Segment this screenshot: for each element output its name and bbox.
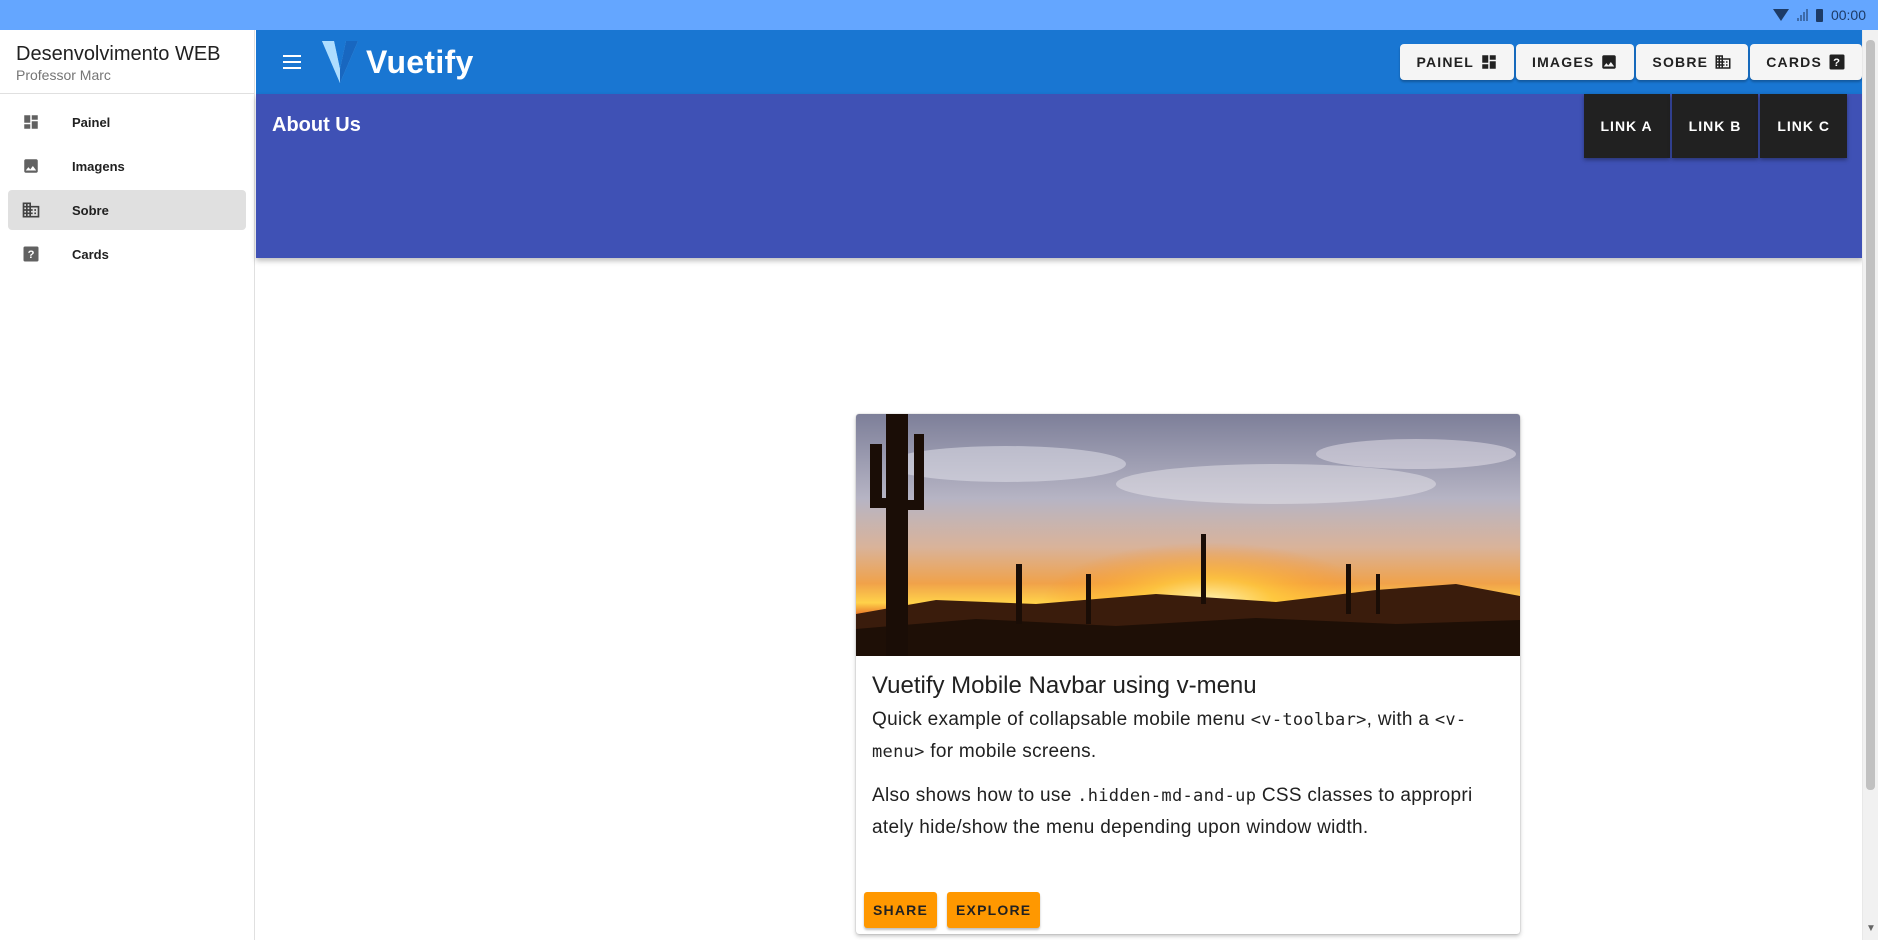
toolbar-links: LINK A LINK B LINK C: [1583, 94, 1847, 158]
help-icon: ?: [20, 243, 42, 265]
sidebar-item-label: Imagens: [72, 158, 125, 174]
info-card: Vuetify Mobile Navbar using v-menu Quick…: [856, 414, 1520, 934]
share-button[interactable]: SHARE: [864, 892, 938, 928]
code-snippet: .hidden-md-and-up: [1077, 786, 1257, 806]
card-text: for mobile screens.: [924, 741, 1097, 762]
system-bar: 00:00: [0, 0, 1878, 30]
card-actions: SHARE EXPLORE: [864, 892, 1041, 928]
sobre-button[interactable]: SOBRE: [1636, 44, 1749, 80]
sidebar-item-sobre[interactable]: Sobre: [8, 190, 246, 230]
sidebar-item-imagens[interactable]: Imagens: [8, 146, 246, 186]
drawer-nav-list: Painel Imagens Sobre ? Cards: [0, 94, 254, 274]
card-text: Quick example of collapsable mobile menu: [872, 709, 1251, 730]
scroll-thumb[interactable]: [1866, 40, 1875, 790]
card-text: ately hide/show the menu depending upon …: [872, 817, 1369, 838]
sidebar-item-cards[interactable]: ? Cards: [8, 234, 246, 274]
signal-icon: [1796, 9, 1808, 21]
app-brand: Vuetify: [366, 43, 474, 80]
card-paragraph-1: Quick example of collapsable mobile menu…: [872, 704, 1504, 768]
navigation-drawer: Desenvolvimento WEB Professor Marc Paine…: [0, 30, 255, 940]
drawer-subtitle: Professor Marc: [16, 67, 111, 83]
battery-icon: [1815, 8, 1823, 22]
code-snippet: <v-: [1434, 710, 1467, 730]
button-label: SOBRE: [1652, 54, 1709, 70]
wifi-icon: [1772, 9, 1789, 21]
business-icon: [20, 199, 42, 221]
button-label: PAINEL: [1416, 54, 1474, 70]
about-toolbar: About Us LINK A LINK B LINK C: [256, 94, 1863, 258]
menu-icon[interactable]: [268, 38, 316, 86]
svg-text:?: ?: [28, 249, 35, 261]
card-title: Vuetify Mobile Navbar using v-menu: [872, 672, 1257, 699]
system-time: 00:00: [1830, 7, 1866, 23]
link-c-button[interactable]: LINK C: [1760, 94, 1847, 158]
svg-text:?: ?: [1833, 57, 1841, 69]
images-button[interactable]: IMAGES: [1515, 44, 1635, 80]
sidebar-item-painel[interactable]: Painel: [8, 102, 246, 142]
system-icons: 00:00: [1772, 7, 1866, 23]
explore-button[interactable]: EXPLORE: [947, 892, 1041, 928]
scroll-down-icon[interactable]: ▼: [1866, 923, 1876, 934]
page-title: About Us: [272, 114, 361, 136]
scrollbar[interactable]: ▼: [1862, 30, 1878, 940]
desert-sunset-image: [856, 414, 1520, 656]
appbar-actions: PAINEL IMAGES SOBRE CARDS ?: [1400, 44, 1862, 80]
image-icon: [20, 155, 42, 177]
button-label: CARDS: [1766, 54, 1822, 70]
drawer-title: Desenvolvimento WEB: [16, 43, 221, 65]
button-label: IMAGES: [1531, 54, 1595, 70]
vuetify-logo-icon: [322, 41, 358, 83]
cards-button[interactable]: CARDS ?: [1750, 44, 1862, 80]
dashboard-icon: [20, 111, 42, 133]
painel-button[interactable]: PAINEL: [1400, 44, 1514, 80]
card-text: , with a: [1366, 709, 1435, 730]
sidebar-item-label: Painel: [72, 114, 111, 130]
sidebar-item-label: Sobre: [72, 202, 109, 218]
business-icon: [1714, 53, 1732, 71]
link-b-button[interactable]: LINK B: [1671, 94, 1759, 158]
dashboard-icon: [1480, 53, 1498, 71]
card-text: Also shows how to use: [872, 785, 1078, 806]
link-a-button[interactable]: LINK A: [1583, 94, 1670, 158]
sidebar-item-label: Cards: [72, 246, 109, 262]
image-icon: [1600, 53, 1618, 71]
code-snippet: menu>: [872, 742, 925, 762]
card-paragraph-2: Also shows how to use .hidden-md-and-up …: [872, 780, 1504, 844]
card-text: CSS classes to appropri: [1256, 785, 1473, 806]
code-snippet: <v-toolbar>: [1250, 710, 1367, 730]
drawer-header: Desenvolvimento WEB Professor Marc: [0, 30, 254, 94]
app-bar: Vuetify PAINEL IMAGES SOBRE CARDS ?: [256, 30, 1878, 94]
help-icon: ?: [1828, 53, 1846, 71]
